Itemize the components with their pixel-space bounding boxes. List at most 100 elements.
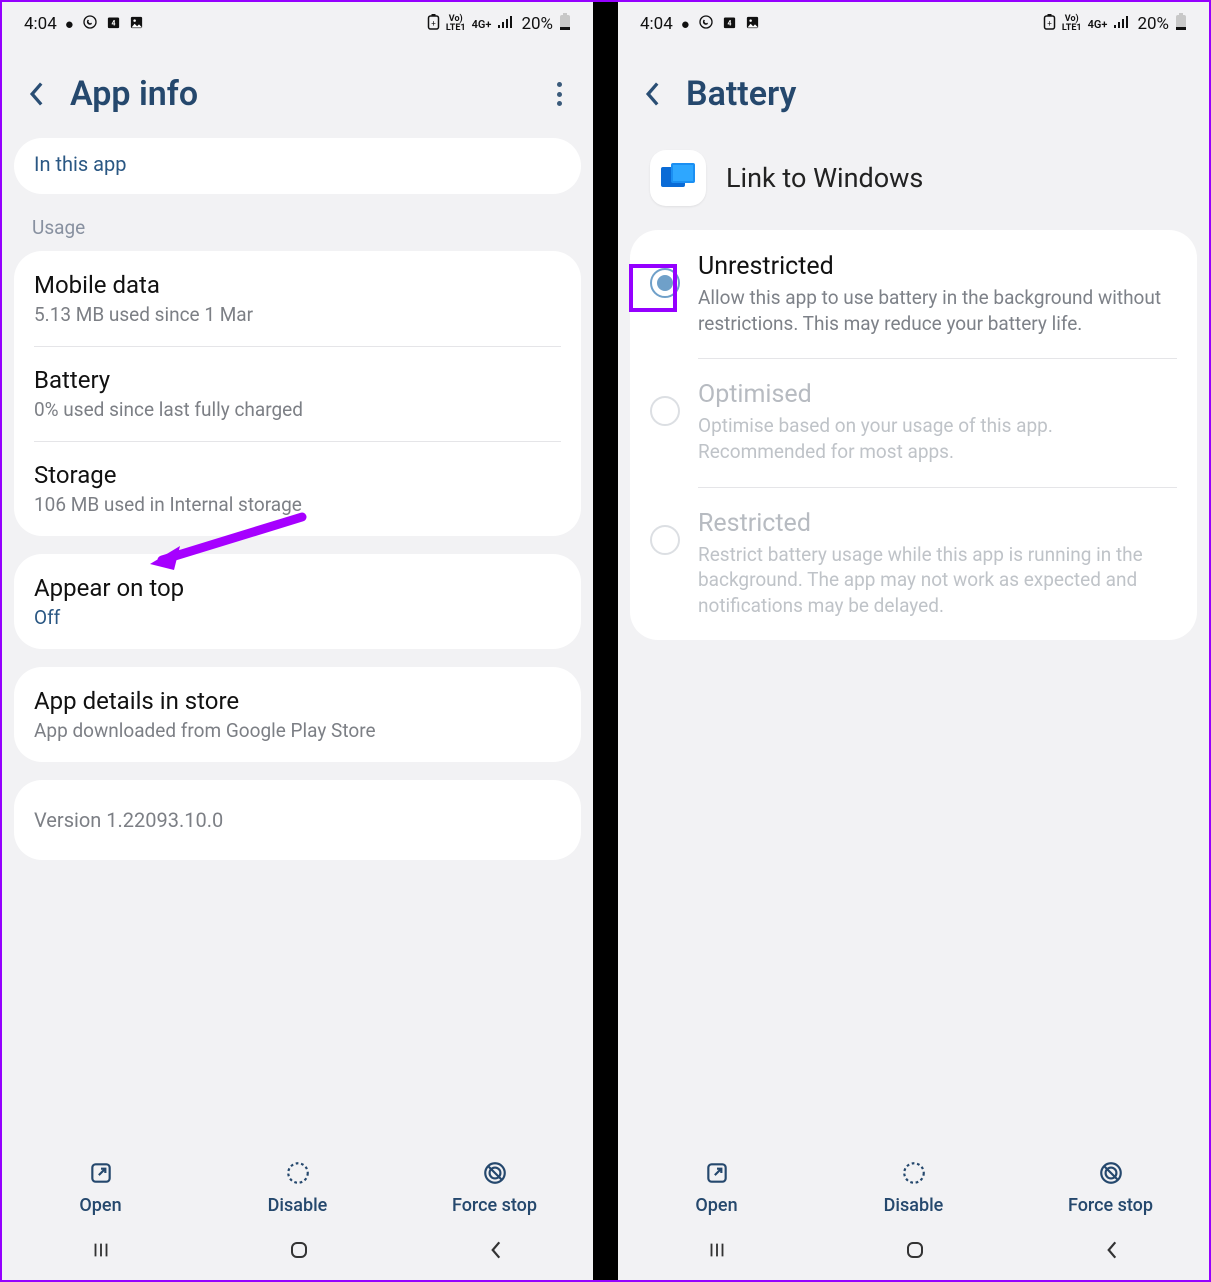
header: Battery [618, 46, 1209, 138]
force-stop-label: Force stop [1068, 1195, 1153, 1216]
radio-unrestricted[interactable] [650, 268, 680, 298]
chat-icon: ● [65, 15, 74, 33]
content-area: Link to Windows Unrestricted Allow this … [618, 138, 1209, 1145]
disable-button[interactable]: Disable [815, 1159, 1012, 1216]
nav-bar [2, 1224, 593, 1280]
nav-home[interactable] [903, 1238, 927, 1266]
appear-card: Appear on top Off [14, 554, 581, 649]
store-card: App details in store App downloaded from… [14, 667, 581, 762]
force-stop-icon [481, 1159, 509, 1187]
appear-sub: Off [34, 606, 561, 629]
open-icon [87, 1159, 115, 1187]
nav-home[interactable] [287, 1238, 311, 1266]
mobile-data-sub: 5.13 MB used since 1 Mar [34, 303, 561, 326]
option-restricted[interactable]: Restricted Restrict battery usage while … [630, 487, 1197, 641]
app-name: Link to Windows [726, 162, 923, 194]
image-divider [593, 2, 618, 1280]
volte-icon: Vo)LTE1 [1062, 15, 1082, 33]
app-details-row[interactable]: App details in store App downloaded from… [14, 667, 581, 762]
nav-bar [618, 1224, 1209, 1280]
status-bar: 4:04 ● 4 + Vo)LTE1 4G+ 20% [2, 2, 593, 46]
storage-row[interactable]: Storage 106 MB used in Internal storage [14, 441, 581, 536]
optimised-desc: Optimise based on your usage of this app… [698, 413, 1177, 464]
battery-icon [559, 13, 571, 35]
restricted-title: Restricted [698, 509, 1177, 538]
disable-label: Disable [884, 1195, 944, 1216]
volte-icon: Vo)LTE1 [446, 15, 466, 33]
open-icon [703, 1159, 731, 1187]
option-optimised[interactable]: Optimised Optimise based on your usage o… [630, 358, 1197, 486]
image-icon [129, 15, 144, 34]
back-button[interactable] [24, 82, 48, 106]
restricted-desc: Restrict battery usage while this app is… [698, 542, 1177, 619]
status-time: 4:04 [24, 14, 57, 34]
header: App info [2, 46, 593, 138]
nav-recent[interactable] [706, 1239, 728, 1265]
nav-back[interactable] [1102, 1239, 1122, 1265]
disable-button[interactable]: Disable [199, 1159, 396, 1216]
force-stop-button[interactable]: Force stop [396, 1159, 593, 1216]
whatsapp-icon [698, 14, 714, 34]
appear-on-top-row[interactable]: Appear on top Off [14, 554, 581, 649]
mobile-data-row[interactable]: Mobile data 5.13 MB used since 1 Mar [14, 251, 581, 346]
force-stop-icon [1097, 1159, 1125, 1187]
appear-title: Appear on top [34, 574, 561, 602]
calendar-icon: 4 [722, 15, 737, 34]
open-label: Open [79, 1195, 121, 1216]
force-stop-label: Force stop [452, 1195, 537, 1216]
battery-row[interactable]: Battery 0% used since last fully charged [14, 346, 581, 441]
force-stop-button[interactable]: Force stop [1012, 1159, 1209, 1216]
radio-restricted[interactable] [650, 525, 680, 555]
status-time: 4:04 [640, 14, 673, 34]
mobile-data-title: Mobile data [34, 271, 561, 299]
battery-percent: 20% [521, 14, 553, 34]
whatsapp-icon [82, 14, 98, 34]
network-type: 4G+ [1088, 19, 1108, 30]
nav-recent[interactable] [90, 1239, 112, 1265]
disable-icon [900, 1159, 928, 1187]
open-button[interactable]: Open [618, 1159, 815, 1216]
option-unrestricted[interactable]: Unrestricted Allow this app to use batte… [630, 230, 1197, 358]
battery-icon [1175, 13, 1187, 35]
network-type: 4G+ [472, 19, 492, 30]
open-button[interactable]: Open [2, 1159, 199, 1216]
usage-section-label: Usage [14, 204, 581, 251]
page-title: App info [70, 74, 525, 114]
battery-saver-icon: + [427, 14, 440, 34]
unrestricted-title: Unrestricted [698, 252, 1177, 281]
status-bar: 4:04 ● 4 + Vo)LTE1 4G+ 20% [618, 2, 1209, 46]
svg-text:+: + [1047, 19, 1052, 28]
battery-options-card: Unrestricted Allow this app to use batte… [630, 230, 1197, 640]
app-icon [650, 150, 706, 206]
more-menu-button[interactable] [547, 80, 571, 108]
unrestricted-desc: Allow this app to use battery in the bac… [698, 285, 1177, 336]
svg-text:4: 4 [727, 19, 731, 27]
svg-text:+: + [431, 19, 436, 28]
version-text: Version 1.22093.10.0 [34, 808, 561, 832]
battery-percent: 20% [1137, 14, 1169, 34]
chat-icon: ● [681, 15, 690, 33]
battery-sub: 0% used since last fully charged [34, 398, 561, 421]
image-icon [745, 15, 760, 34]
signal-icon [497, 15, 515, 33]
app-details-title: App details in store [34, 687, 561, 715]
phone-right: 4:04 ● 4 + Vo)LTE1 4G+ 20% [618, 2, 1209, 1280]
radio-optimised[interactable] [650, 396, 680, 426]
in-this-app-label: In this app [34, 152, 561, 176]
open-label: Open [695, 1195, 737, 1216]
version-card[interactable]: Version 1.22093.10.0 [14, 780, 581, 860]
battery-saver-icon: + [1043, 14, 1056, 34]
in-this-app-row[interactable]: In this app [14, 138, 581, 194]
disable-icon [284, 1159, 312, 1187]
app-identity-row: Link to Windows [630, 138, 1197, 230]
storage-sub: 106 MB used in Internal storage [34, 493, 561, 516]
usage-card: Mobile data 5.13 MB used since 1 Mar Bat… [14, 251, 581, 536]
bottom-actions: Open Disable Force stop [2, 1145, 593, 1224]
content-area: In this app Usage Mobile data 5.13 MB us… [2, 138, 593, 1145]
back-button[interactable] [640, 82, 664, 106]
disable-label: Disable [268, 1195, 328, 1216]
bottom-actions: Open Disable Force stop [618, 1145, 1209, 1224]
phone-left: 4:04 ● 4 + Vo)LTE1 4G+ 20% [2, 2, 593, 1280]
nav-back[interactable] [486, 1239, 506, 1265]
optimised-title: Optimised [698, 380, 1177, 409]
